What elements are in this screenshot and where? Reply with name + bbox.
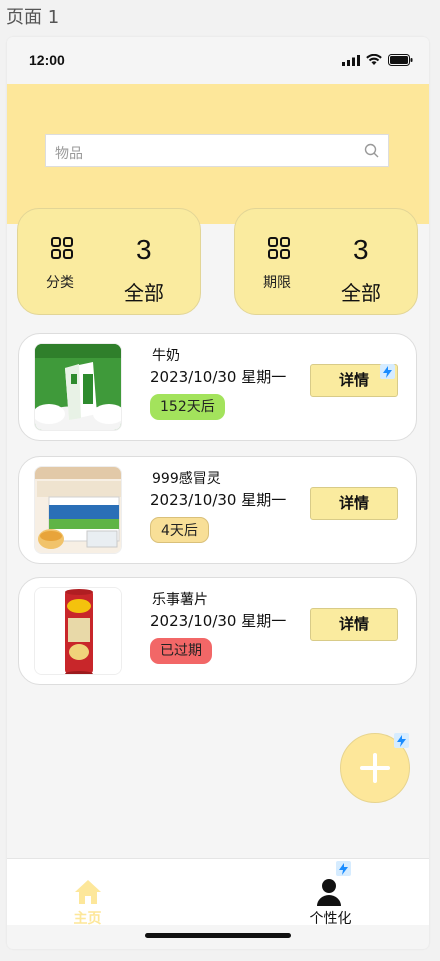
category-count: 3 (136, 234, 152, 265)
category-label: 分类 (46, 275, 74, 291)
list-item[interactable]: 牛奶 2023/10/30 星期一 152天后 详情 (18, 333, 417, 441)
item-name: 牛奶 (152, 348, 180, 364)
tab-home[interactable]: 主页 (7, 859, 218, 927)
category-filter-card[interactable]: 分类 3 全部 (17, 208, 201, 315)
tab-profile[interactable]: 个性化 (218, 859, 429, 927)
page-label: 页面 1 (6, 7, 60, 28)
item-date: 2023/10/30 星期一 (150, 368, 287, 386)
detail-button[interactable]: 详情 (310, 608, 398, 641)
item-date: 2023/10/30 星期一 (150, 491, 287, 509)
search-icon[interactable] (364, 143, 380, 159)
status-bar: 12:00 (7, 37, 429, 84)
deadline-count: 3 (353, 234, 369, 265)
expiry-badge: 152天后 (150, 394, 225, 420)
deadline-all-text: 全部 (341, 281, 381, 305)
search-input[interactable]: 物品 (45, 134, 389, 167)
list-item[interactable]: 999感冒灵 2023/10/30 星期一 4天后 详情 (18, 456, 417, 564)
grid-icon (51, 237, 73, 259)
grid-icon (268, 237, 290, 259)
bottom-tab-bar: 主页 个性化 (7, 858, 429, 927)
expiry-badge: 4天后 (150, 517, 209, 543)
status-time: 12:00 (29, 52, 65, 68)
milk-product-image (34, 343, 122, 431)
status-icons (342, 54, 413, 66)
list-item[interactable]: 乐事薯片 2023/10/30 星期一 已过期 详情 (18, 577, 417, 685)
battery-icon (388, 54, 413, 66)
wifi-icon (366, 54, 382, 65)
medicine-product-image (34, 466, 122, 554)
expiry-badge: 已过期 (150, 638, 212, 664)
tab-profile-label: 个性化 (309, 911, 352, 927)
deadline-label: 期限 (263, 275, 291, 291)
search-placeholder: 物品 (55, 146, 83, 162)
lightning-icon (394, 733, 409, 748)
home-indicator (145, 933, 291, 938)
home-icon (75, 880, 101, 904)
header-banner: 物品 (7, 84, 429, 224)
lightning-icon (380, 364, 395, 379)
signal-icon (342, 54, 360, 66)
item-name: 999感冒灵 (152, 471, 221, 487)
detail-button[interactable]: 详情 (310, 487, 398, 520)
item-name: 乐事薯片 (152, 592, 208, 608)
deadline-filter-card[interactable]: 期限 3 全部 (234, 208, 418, 315)
tab-home-label: 主页 (73, 911, 102, 927)
chips-product-image (34, 587, 122, 675)
user-icon (317, 879, 341, 906)
phone-screen: 12:00 物品 分类 3 全部 期限 3 全部 牛奶 2023/10/30 星… (7, 37, 429, 949)
category-all-text: 全部 (124, 281, 164, 305)
lightning-icon (336, 861, 351, 876)
item-date: 2023/10/30 星期一 (150, 612, 287, 630)
